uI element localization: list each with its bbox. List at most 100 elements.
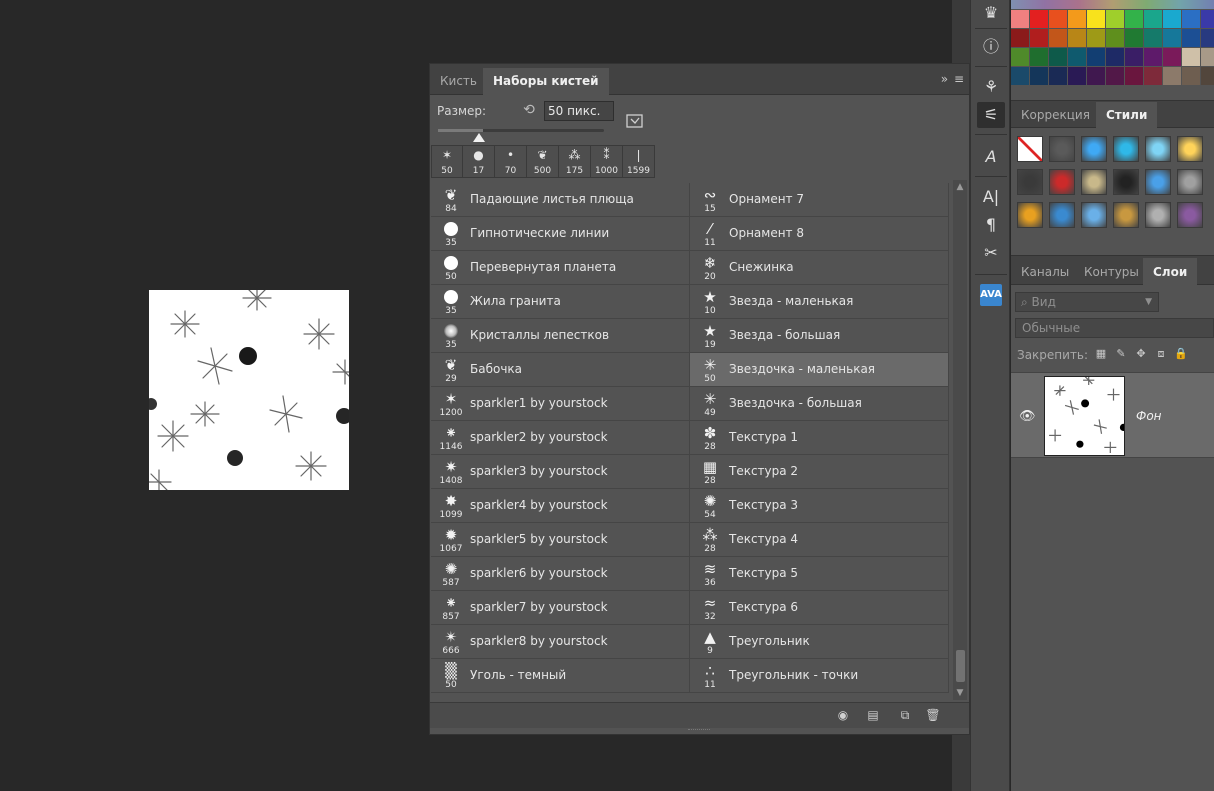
- color-swatch[interactable]: [1125, 29, 1143, 47]
- color-swatch[interactable]: [1106, 67, 1124, 85]
- color-swatch[interactable]: [1144, 29, 1162, 47]
- paragraph-icon[interactable]: ¶: [977, 212, 1005, 238]
- layer-row[interactable]: 👁 Фон: [1011, 372, 1214, 458]
- layer-name[interactable]: Фон: [1136, 409, 1162, 423]
- brush-preset-item[interactable]: ✺ 54 Текстура 3: [690, 489, 949, 523]
- color-swatch[interactable]: [1049, 10, 1067, 28]
- color-swatch[interactable]: [1201, 10, 1214, 28]
- style-preset[interactable]: [1081, 202, 1107, 228]
- brush-tips-icon[interactable]: ⚘: [977, 74, 1005, 100]
- size-slider-track[interactable]: [438, 129, 604, 132]
- character-icon[interactable]: A|: [977, 184, 1005, 210]
- color-swatch[interactable]: [1182, 10, 1200, 28]
- character-style-icon[interactable]: A: [977, 144, 1005, 170]
- tab-paths[interactable]: Контуры: [1074, 258, 1149, 286]
- layer-filter-select[interactable]: ⌕ Вид ▼: [1015, 292, 1159, 312]
- blend-mode-select[interactable]: Обычные: [1015, 318, 1214, 338]
- color-swatch[interactable]: [1125, 67, 1143, 85]
- style-preset[interactable]: [1113, 202, 1139, 228]
- color-swatch[interactable]: [1144, 48, 1162, 66]
- recent-brush[interactable]: • 70: [495, 145, 527, 178]
- color-swatch[interactable]: [1049, 48, 1067, 66]
- brush-preset-item[interactable]: ∴ 11 Треугольник - точки: [690, 659, 949, 693]
- color-swatch[interactable]: [1106, 29, 1124, 47]
- recent-brush[interactable]: ❘ 1599: [623, 145, 655, 178]
- tools-icon[interactable]: ✂: [977, 240, 1005, 266]
- style-preset[interactable]: [1113, 169, 1139, 195]
- color-swatch[interactable]: [1068, 67, 1086, 85]
- color-swatch[interactable]: [1011, 10, 1029, 28]
- style-preset[interactable]: [1145, 136, 1171, 162]
- color-swatch[interactable]: [1087, 48, 1105, 66]
- color-swatch[interactable]: [1087, 29, 1105, 47]
- color-swatch[interactable]: [1163, 29, 1181, 47]
- color-swatch[interactable]: [1087, 67, 1105, 85]
- color-swatch[interactable]: [1030, 48, 1048, 66]
- color-swatch[interactable]: [1125, 48, 1143, 66]
- brush-preset-item[interactable]: ❦ 84 Падающие листья плюща: [431, 183, 690, 217]
- reset-icon[interactable]: ⟲: [520, 102, 538, 120]
- trash-icon[interactable]: 🗑: [924, 708, 942, 724]
- info-icon[interactable]: ⓘ: [977, 34, 1005, 60]
- brush-preset-item[interactable]: ✳ 49 Звездочка - большая: [690, 387, 949, 421]
- panel-menu-icon[interactable]: » ≡: [941, 72, 965, 86]
- size-input[interactable]: [544, 101, 614, 121]
- brush-preset-item[interactable]: ≋ 36 Текстура 5: [690, 557, 949, 591]
- tab-brush[interactable]: Кисть: [430, 68, 487, 95]
- brush-preset-item[interactable]: ✺ 587 sparkler6 by yourstock: [431, 557, 690, 591]
- color-swatch[interactable]: [1030, 29, 1048, 47]
- color-swatch[interactable]: [1144, 67, 1162, 85]
- brush-preset-item[interactable]: ❄ 20 Снежинка: [690, 251, 949, 285]
- tab-channels[interactable]: Каналы: [1011, 258, 1079, 286]
- tab-brush-presets[interactable]: Наборы кистей: [483, 68, 609, 95]
- brush-preset-item[interactable]: ✳ 50 Звездочка - маленькая: [690, 353, 949, 387]
- style-preset[interactable]: [1177, 169, 1203, 195]
- style-preset[interactable]: [1049, 136, 1075, 162]
- brush-settings-icon[interactable]: ▤: [864, 708, 882, 724]
- color-swatch[interactable]: [1087, 10, 1105, 28]
- brush-preset-item[interactable]: ✽ 28 Текстура 1: [690, 421, 949, 455]
- new-brush-icon[interactable]: ⧉: [896, 708, 914, 724]
- eye-icon[interactable]: 👁: [1019, 409, 1036, 424]
- tab-styles[interactable]: Стили: [1096, 102, 1158, 129]
- style-preset[interactable]: [1049, 169, 1075, 195]
- style-preset[interactable]: [1145, 202, 1171, 228]
- style-preset[interactable]: [1049, 202, 1075, 228]
- brush-preset-item[interactable]: ▲ 9 Треугольник: [690, 625, 949, 659]
- color-swatch[interactable]: [1049, 29, 1067, 47]
- style-preset[interactable]: [1081, 169, 1107, 195]
- preset-list-scrollbar[interactable]: ▲ ▼: [953, 180, 967, 700]
- color-swatch[interactable]: [1049, 67, 1067, 85]
- color-swatch[interactable]: [1163, 10, 1181, 28]
- brush-preset-item[interactable]: 35 Кристаллы лепестков: [431, 319, 690, 353]
- brush-preset-item[interactable]: ❦ 29 Бабочка: [431, 353, 690, 387]
- color-swatch[interactable]: [1106, 48, 1124, 66]
- style-preset[interactable]: [1177, 136, 1203, 162]
- scroll-thumb[interactable]: [956, 650, 965, 682]
- style-preset[interactable]: [1017, 202, 1043, 228]
- brush-preset-item[interactable]: ✴ 666 sparkler8 by yourstock: [431, 625, 690, 659]
- brush-preset-item[interactable]: ✹ 1067 sparkler5 by yourstock: [431, 523, 690, 557]
- recent-brush[interactable]: ⁑ 1000: [591, 145, 623, 178]
- recent-brush[interactable]: ● 17: [463, 145, 495, 178]
- scroll-down-icon[interactable]: ▼: [953, 688, 967, 698]
- scroll-up-icon[interactable]: ▲: [953, 182, 967, 192]
- brush-preset-item[interactable]: ⁄ 11 Орнамент 8: [690, 217, 949, 251]
- brush-preset-item[interactable]: 35 Гипнотические линии: [431, 217, 690, 251]
- brush-preset-item[interactable]: ✸ 1099 sparkler4 by yourstock: [431, 489, 690, 523]
- style-preset[interactable]: [1177, 202, 1203, 228]
- lock-position-icon[interactable]: ✥: [1134, 347, 1148, 363]
- color-swatch[interactable]: [1068, 10, 1086, 28]
- brush-preset-item[interactable]: ▒ 50 Уголь - темный: [431, 659, 690, 693]
- histogram-icon[interactable]: ♛: [977, 0, 1005, 26]
- color-swatch[interactable]: [1201, 48, 1214, 66]
- style-preset[interactable]: [1017, 169, 1043, 195]
- style-preset[interactable]: [1081, 136, 1107, 162]
- brush-preset-item[interactable]: ▦ 28 Текстура 2: [690, 455, 949, 489]
- brush-preset-item[interactable]: 50 Перевернутая планета: [431, 251, 690, 285]
- color-swatch[interactable]: [1125, 10, 1143, 28]
- color-swatch[interactable]: [1144, 10, 1162, 28]
- recent-brush[interactable]: ✶ 50: [431, 145, 463, 178]
- color-swatch[interactable]: [1068, 29, 1086, 47]
- style-preset[interactable]: [1113, 136, 1139, 162]
